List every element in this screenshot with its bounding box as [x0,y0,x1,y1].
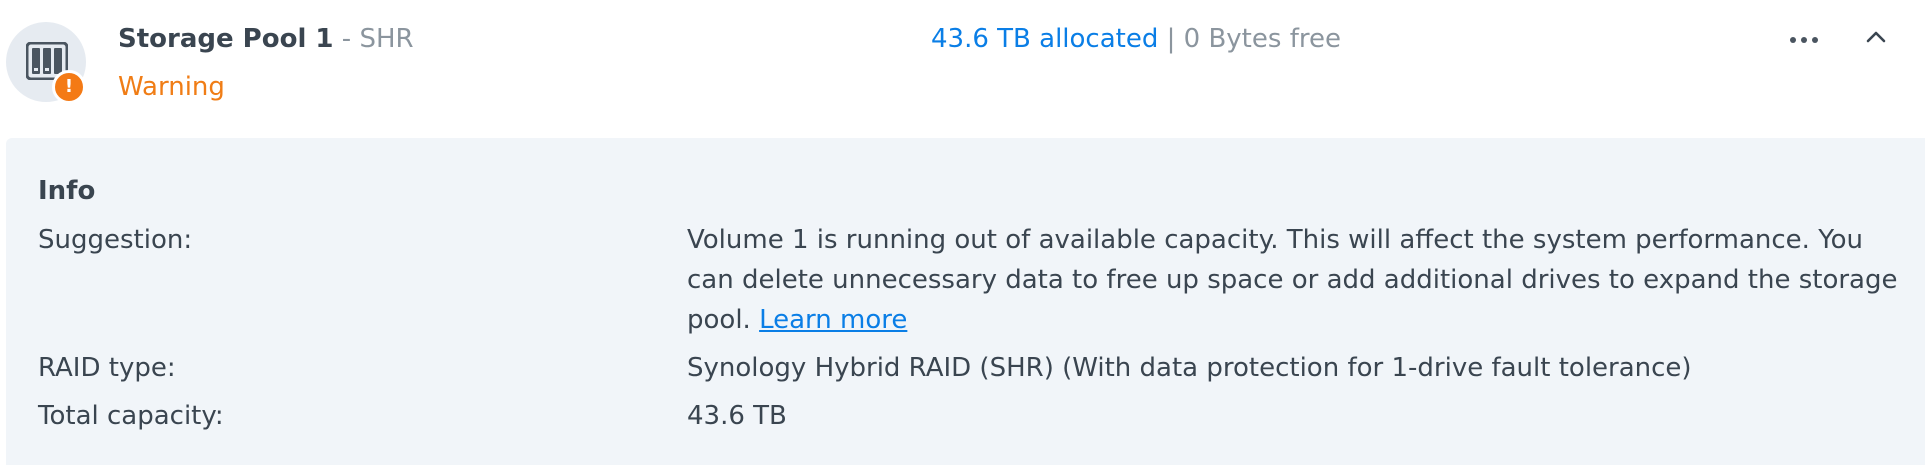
raid-type-label: RAID type: [38,353,176,383]
collapse-button[interactable] [1858,22,1894,52]
raid-type-value: Synology Hybrid RAID (SHR) (With data pr… [687,353,1692,383]
allocated-link[interactable]: 43.6 TB allocated [931,24,1158,54]
pool-status: Warning [118,72,225,102]
free-space: 0 Bytes free [1183,24,1341,54]
warning-icon: ! [52,70,86,104]
capacity-summary: 43.6 TB allocated | 0 Bytes free [931,22,1341,56]
pool-raid-type: SHR [359,24,414,54]
more-options-button[interactable] [1786,24,1826,54]
more-horizontal-icon [1812,37,1818,43]
pool-name: Storage Pool 1 [118,24,334,54]
total-capacity-label: Total capacity: [38,401,224,431]
suggestion-label: Suggestion: [38,225,193,255]
storage-pool-header: ! Storage Pool 1 - SHR Warning 43.6 TB a… [0,0,1925,138]
capacity-divider: | [1158,24,1184,54]
info-panel: Info Suggestion: Volume 1 is running out… [6,138,1925,465]
suggestion-value: Volume 1 is running out of available cap… [687,220,1902,340]
total-capacity-value: 43.6 TB [687,401,787,431]
chevron-up-icon [1866,31,1886,43]
pool-title: Storage Pool 1 - SHR [118,22,414,56]
learn-more-link[interactable]: Learn more [759,305,907,335]
more-horizontal-icon [1790,37,1796,43]
pool-title-separator: - [333,24,360,54]
info-heading: Info [38,176,96,206]
more-horizontal-icon [1801,37,1807,43]
